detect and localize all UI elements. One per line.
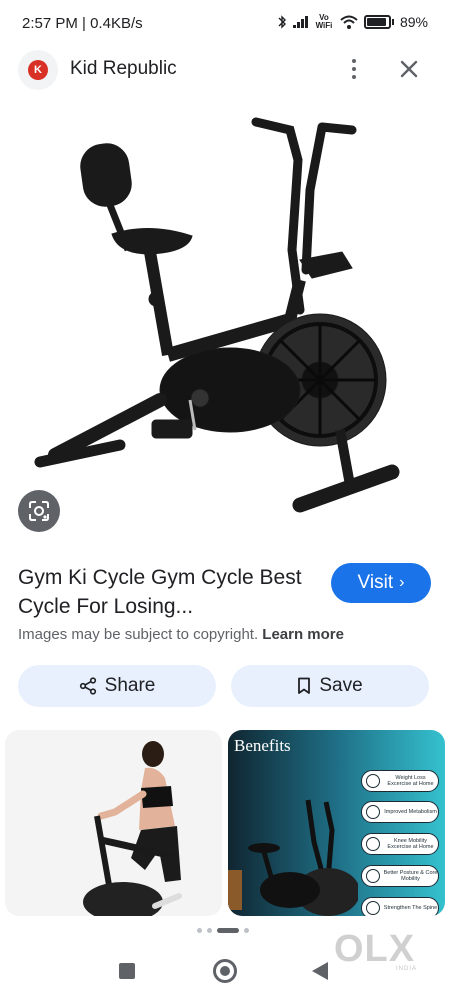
battery-percent: 89% <box>399 14 428 30</box>
close-icon[interactable] <box>396 56 422 82</box>
woman-on-bike-image <box>83 741 182 916</box>
pager-dot-active <box>217 928 239 933</box>
more-vert-icon[interactable] <box>344 56 364 82</box>
pager-dot <box>244 928 249 933</box>
share-label: Share <box>104 675 156 696</box>
back-button[interactable] <box>312 962 328 980</box>
status-time: 2:57 PM | 0.4KB/s <box>22 15 143 32</box>
home-button[interactable] <box>213 959 237 983</box>
product-image[interactable] <box>0 100 450 550</box>
related-image-1[interactable] <box>5 730 222 916</box>
signal-icon <box>292 16 308 28</box>
bookmark-icon <box>298 677 311 694</box>
exercise-bike-illustration <box>34 117 400 513</box>
learn-more-link[interactable]: Learn more <box>262 626 344 643</box>
battery-nub <box>391 19 394 25</box>
lens-button[interactable] <box>18 490 60 532</box>
save-button[interactable]: Save <box>231 665 429 707</box>
network-label: Vo WiFi <box>315 13 333 30</box>
benefit-badge: Strengthen The Spine <box>361 897 439 916</box>
benefit-badge: Knee Mobility Excercise at Home <box>361 833 439 855</box>
olx-watermark-sub: INDIA <box>396 966 418 972</box>
wifi-icon <box>340 15 358 29</box>
benefit-badge: Weight Loss Excercise at Home <box>361 770 439 792</box>
share-button[interactable]: Share <box>18 665 216 707</box>
pager-dot <box>207 928 212 933</box>
copyright-text: Images may be subject to copyright. <box>18 626 259 643</box>
visit-button[interactable]: Visit › <box>331 563 431 603</box>
result-title[interactable]: Gym Ki Cycle Gym Cycle Best Cycle For Lo… <box>18 563 318 621</box>
carousel-pager <box>197 928 249 933</box>
home-dot-icon <box>220 966 230 976</box>
status-bar: 2:57 PM | 0.4KB/s Vo WiFi 89% <box>0 0 450 48</box>
benefit-badge: Improved Metabolism <box>361 801 439 823</box>
save-label: Save <box>319 675 363 696</box>
copyright-notice: Images may be subject to copyright. Lear… <box>18 626 344 643</box>
source-header: K Kid Republic <box>0 48 450 92</box>
site-name[interactable]: Kid Republic <box>70 58 177 80</box>
battery-icon <box>363 15 391 29</box>
pager-dot <box>197 928 202 933</box>
share-icon <box>79 677 96 695</box>
status-icons: Vo WiFi 89% <box>277 14 428 30</box>
olx-watermark: OLX <box>334 928 416 970</box>
bike-image <box>228 799 358 916</box>
recents-button[interactable] <box>119 963 135 979</box>
related-image-2[interactable]: Benefits Weight Loss Excercise at Home I… <box>228 730 445 916</box>
bluetooth-icon <box>278 15 286 29</box>
benefit-badge: Better Posture & Core Mobility <box>361 865 439 887</box>
visit-label: Visit <box>357 572 394 593</box>
site-logo-icon[interactable]: K <box>18 50 58 90</box>
chevron-right-icon: › <box>399 574 405 591</box>
lens-icon <box>29 501 49 521</box>
